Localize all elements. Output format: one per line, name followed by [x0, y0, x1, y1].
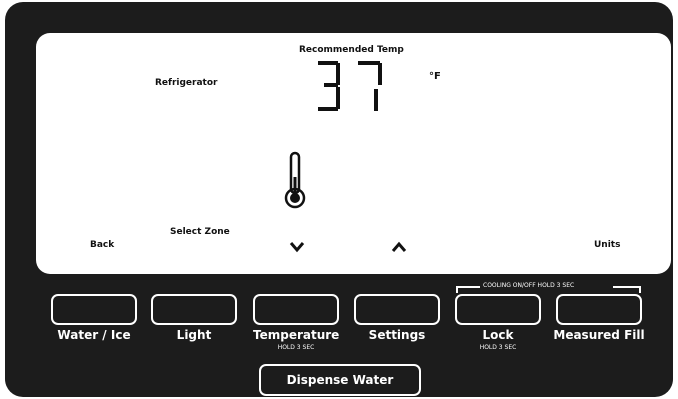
cooling-bracket-right — [639, 286, 641, 293]
lock-label: Lock — [482, 328, 514, 342]
cooling-label: COOLING ON/OFF HOLD 3 SEC — [483, 282, 575, 289]
unit-symbol: °F — [429, 71, 441, 82]
water-ice-button[interactable] — [51, 294, 137, 325]
thermometer-icon — [284, 151, 306, 209]
chevron-down-icon[interactable] — [289, 241, 305, 253]
cooling-bracket-line-left — [456, 286, 480, 288]
light-button[interactable] — [151, 294, 237, 325]
measured-fill-label: Measured Fill — [553, 328, 645, 342]
lock-button[interactable] — [455, 294, 541, 325]
chevron-up-icon[interactable] — [391, 241, 407, 253]
cooling-bracket-line-right — [613, 286, 641, 288]
select-zone-label: Select Zone — [170, 227, 230, 237]
units-button[interactable]: Units — [594, 240, 620, 250]
water-ice-label: Water / Ice — [57, 328, 131, 342]
dispense-water-button[interactable]: Dispense Water — [259, 364, 421, 396]
temperature-button[interactable] — [253, 294, 339, 325]
temperature-sub-label: HOLD 3 SEC — [277, 344, 315, 351]
temperature-label: Temperature — [253, 328, 340, 342]
recommended-temp-label: Recommended Temp — [299, 45, 404, 55]
light-label: Light — [176, 328, 212, 342]
temperature-digits — [318, 61, 382, 111]
lcd-display: Recommended Temp Refrigerator 37 °F — [36, 33, 671, 274]
control-panel: Recommended Temp Refrigerator 37 °F — [5, 2, 673, 397]
back-button[interactable]: Back — [90, 240, 114, 250]
settings-button[interactable] — [354, 294, 440, 325]
lock-sub-label: HOLD 3 SEC — [479, 344, 517, 351]
measured-fill-button[interactable] — [556, 294, 642, 325]
settings-label: Settings — [368, 328, 426, 342]
zone-label: Refrigerator — [155, 78, 218, 88]
